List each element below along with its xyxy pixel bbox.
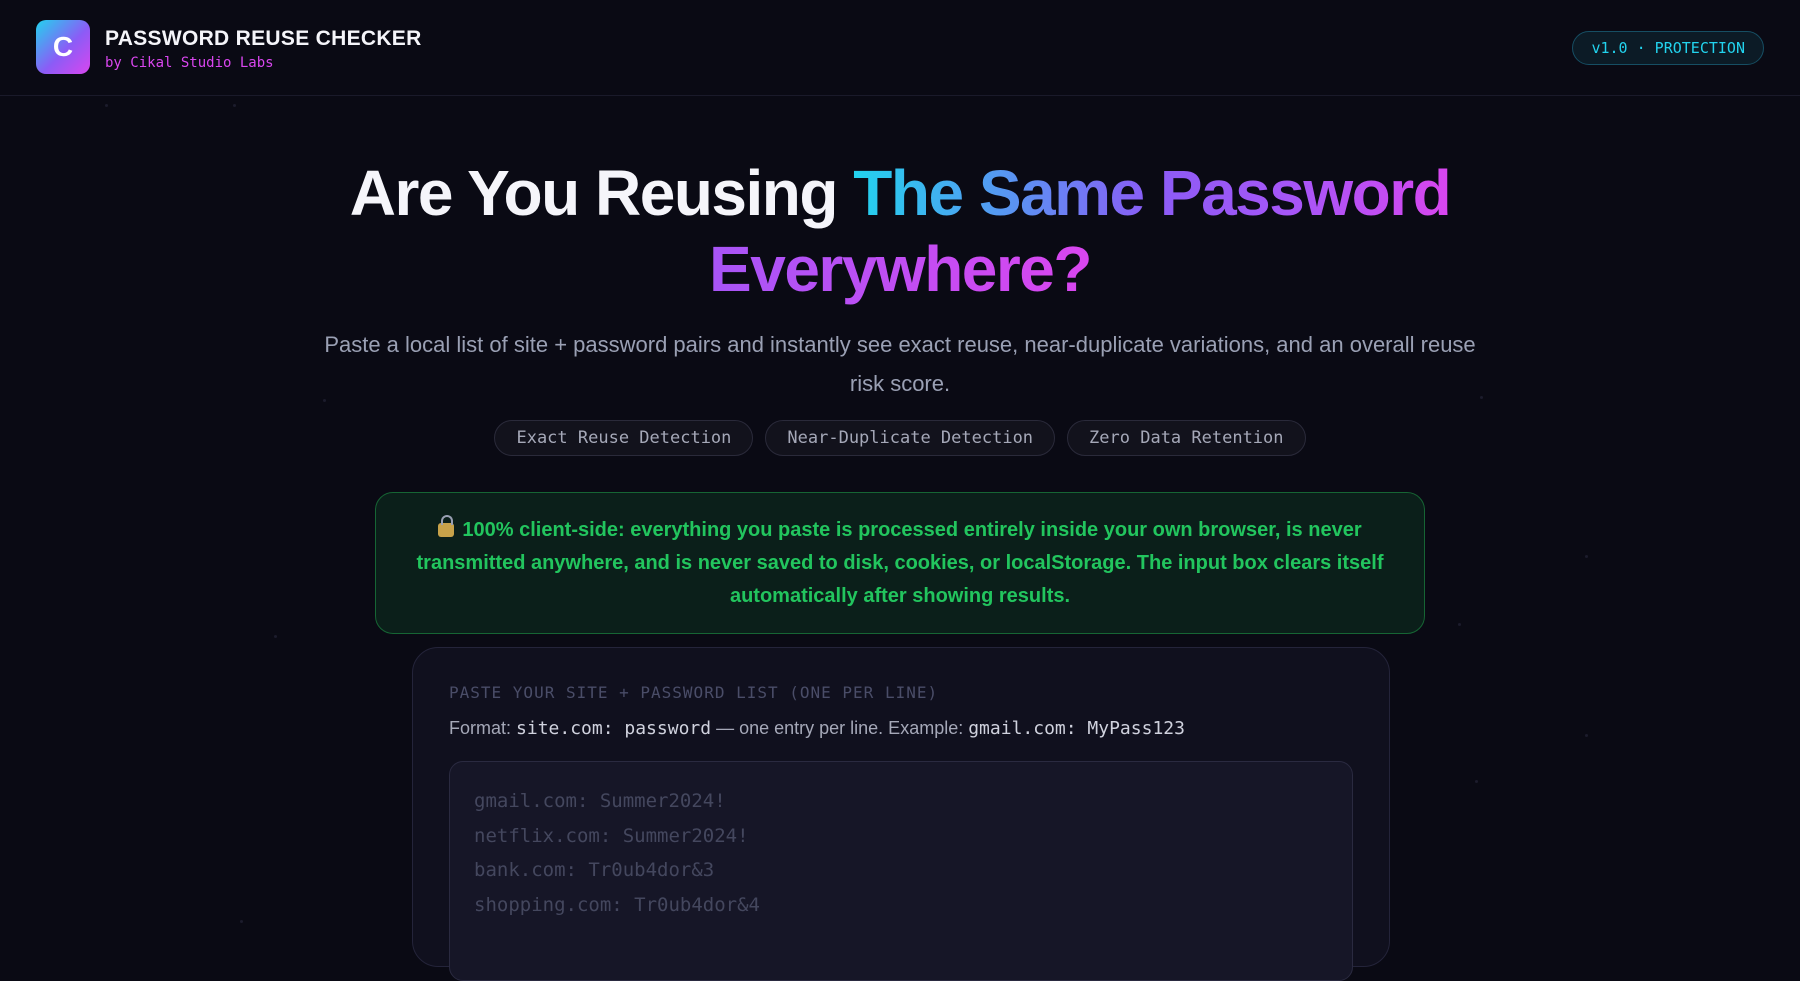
title-part-plain: Are You Reusing [349, 157, 854, 229]
hero-description: Paste a local list of site + password pa… [324, 332, 1476, 396]
app-logo: C [36, 20, 90, 74]
app-title: PASSWORD REUSE CHECKER [105, 27, 422, 50]
privacy-notice-text: 100% client-side: everything you paste i… [416, 518, 1384, 607]
page-title: Are You Reusing The Same Password Everyw… [0, 155, 1800, 307]
input-label: PASTE YOUR SITE + PASSWORD LIST (ONE PER… [449, 683, 939, 702]
hero-section: Are You Reusing The Same Password Everyw… [0, 155, 1800, 307]
version-badge: v1.0 · PROTECTION [1572, 31, 1764, 65]
feature-chips: Exact Reuse Detection Near-Duplicate Det… [0, 420, 1800, 456]
logo-letter: C [52, 31, 74, 62]
title-part-everywhere: Everywhere? [709, 233, 1092, 305]
format-middle: — one entry per line. Example: [711, 718, 969, 738]
format-prefix: Format: [449, 718, 517, 738]
feature-chip-near-duplicate: Near-Duplicate Detection [765, 420, 1056, 456]
feature-chip-zero-retention: Zero Data Retention [1067, 420, 1306, 456]
lock-icon [438, 514, 455, 537]
format-example: gmail.com: MyPass123 [968, 718, 1185, 739]
title-part-gradient: The Same Password [853, 157, 1451, 229]
format-hint: Format: site.com: password — one entry p… [449, 718, 1185, 739]
privacy-notice: 100% client-side: everything you paste i… [375, 492, 1425, 634]
top-bar: C PASSWORD REUSE CHECKER by Cikal Studio… [0, 0, 1800, 96]
input-card: PASTE YOUR SITE + PASSWORD LIST (ONE PER… [412, 647, 1390, 981]
password-list-input[interactable]: gmail.com: Summer2024! netflix.com: Summ… [449, 761, 1353, 981]
feature-chip-exact-reuse: Exact Reuse Detection [494, 420, 754, 456]
format-code: site.com: password [516, 718, 712, 739]
app-subtitle: by Cikal Studio Labs [105, 55, 274, 71]
